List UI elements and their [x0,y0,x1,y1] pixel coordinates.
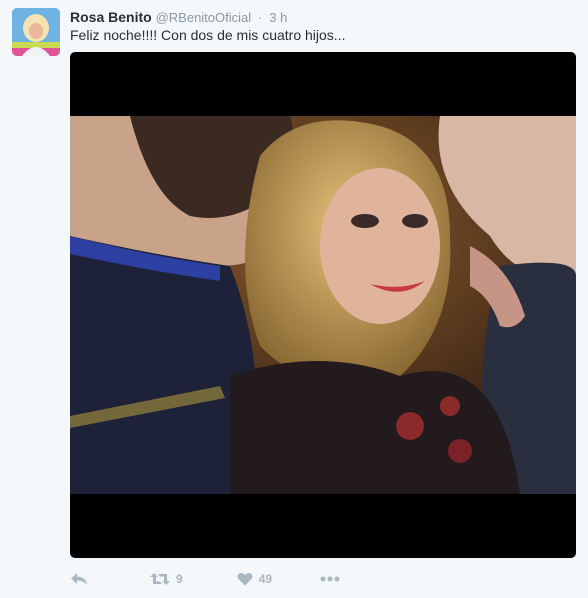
retweet-button[interactable]: 9 [150,572,183,586]
author-handle[interactable]: @RBenitoOficial [156,10,252,25]
more-button[interactable] [320,576,340,582]
like-count: 49 [258,572,273,586]
tweet-media[interactable] [70,52,576,558]
reply-icon [71,573,87,585]
like-button[interactable]: 49 [237,572,272,586]
reply-button[interactable] [70,572,92,586]
tweet-timestamp[interactable]: 3 h [269,10,287,25]
tweet-text: Feliz noche!!!! Con dos de mis cuatro hi… [70,27,346,43]
tweet-photo [70,116,576,494]
author-name[interactable]: Rosa Benito [70,9,152,25]
more-icon [320,576,340,582]
avatar[interactable] [12,8,60,56]
tweet-actions: 9 49 [70,568,340,590]
header-separator: · [258,10,263,25]
retweet-icon [150,573,170,585]
tweet: Rosa Benito @RBenitoOficial · 3 h Feliz … [0,0,588,598]
heart-icon [237,572,253,586]
tweet-header: Rosa Benito @RBenitoOficial · 3 h [70,8,287,27]
avatar-photo [12,8,60,56]
retweet-count: 9 [176,572,183,586]
